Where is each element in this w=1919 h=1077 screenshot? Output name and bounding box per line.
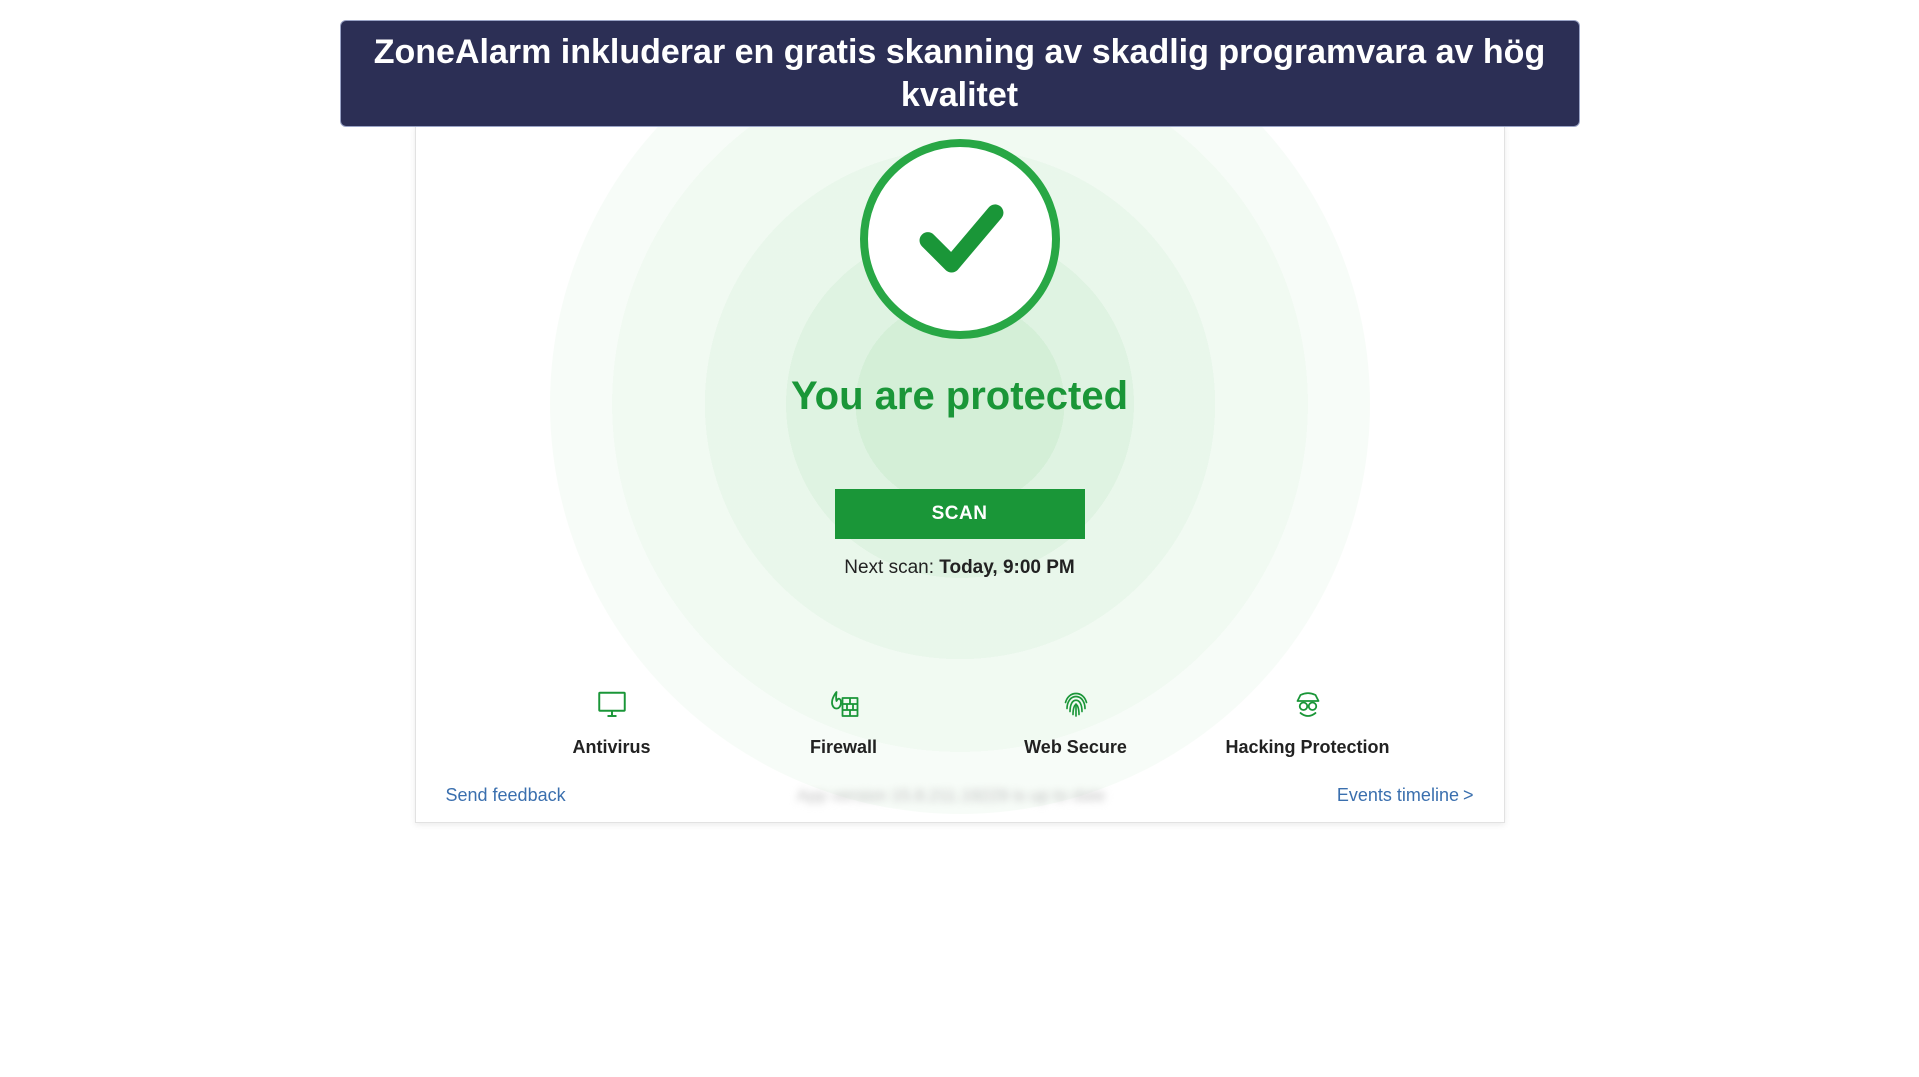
footer-version-obscured: App version 15.8.211.19229 is up to date bbox=[797, 786, 1106, 806]
next-scan-text: Next scan: Today, 9:00 PM bbox=[844, 557, 1075, 579]
events-timeline-label: Events timeline bbox=[1337, 785, 1459, 805]
send-feedback-link[interactable]: Send feedback bbox=[446, 785, 566, 806]
status-section: You are protected SCAN Next scan: Today,… bbox=[416, 124, 1504, 579]
status-check-badge bbox=[860, 139, 1060, 339]
checkmark-icon bbox=[912, 189, 1007, 289]
nav-item-hacking-protection[interactable]: Hacking Protection bbox=[1218, 686, 1398, 758]
nav-label: Hacking Protection bbox=[1225, 737, 1389, 758]
next-scan-value: Today, 9:00 PM bbox=[939, 557, 1075, 578]
next-scan-label: Next scan: bbox=[844, 557, 939, 578]
scan-button[interactable]: SCAN bbox=[835, 489, 1085, 539]
status-headline: You are protected bbox=[791, 374, 1128, 419]
events-timeline-link[interactable]: Events timeline> bbox=[1337, 785, 1474, 806]
firewall-icon bbox=[826, 686, 862, 727]
nav-item-firewall[interactable]: Firewall bbox=[754, 686, 934, 758]
app-window: You are protected SCAN Next scan: Today,… bbox=[415, 123, 1505, 823]
nav-item-antivirus[interactable]: Antivirus bbox=[522, 686, 702, 758]
nav-label: Antivirus bbox=[572, 737, 650, 758]
nav-label: Firewall bbox=[810, 737, 877, 758]
hacker-icon bbox=[1290, 686, 1326, 727]
fingerprint-icon bbox=[1058, 686, 1094, 727]
nav-row: Antivirus Firewall bbox=[416, 686, 1504, 758]
chevron-right-icon: > bbox=[1463, 785, 1474, 805]
nav-label: Web Secure bbox=[1024, 737, 1127, 758]
caption-banner: ZoneAlarm inkluderar en gratis skanning … bbox=[340, 20, 1580, 127]
footer-row: Send feedback App version 15.8.211.19229… bbox=[416, 785, 1504, 806]
nav-item-web-secure[interactable]: Web Secure bbox=[986, 686, 1166, 758]
monitor-icon bbox=[594, 686, 630, 727]
